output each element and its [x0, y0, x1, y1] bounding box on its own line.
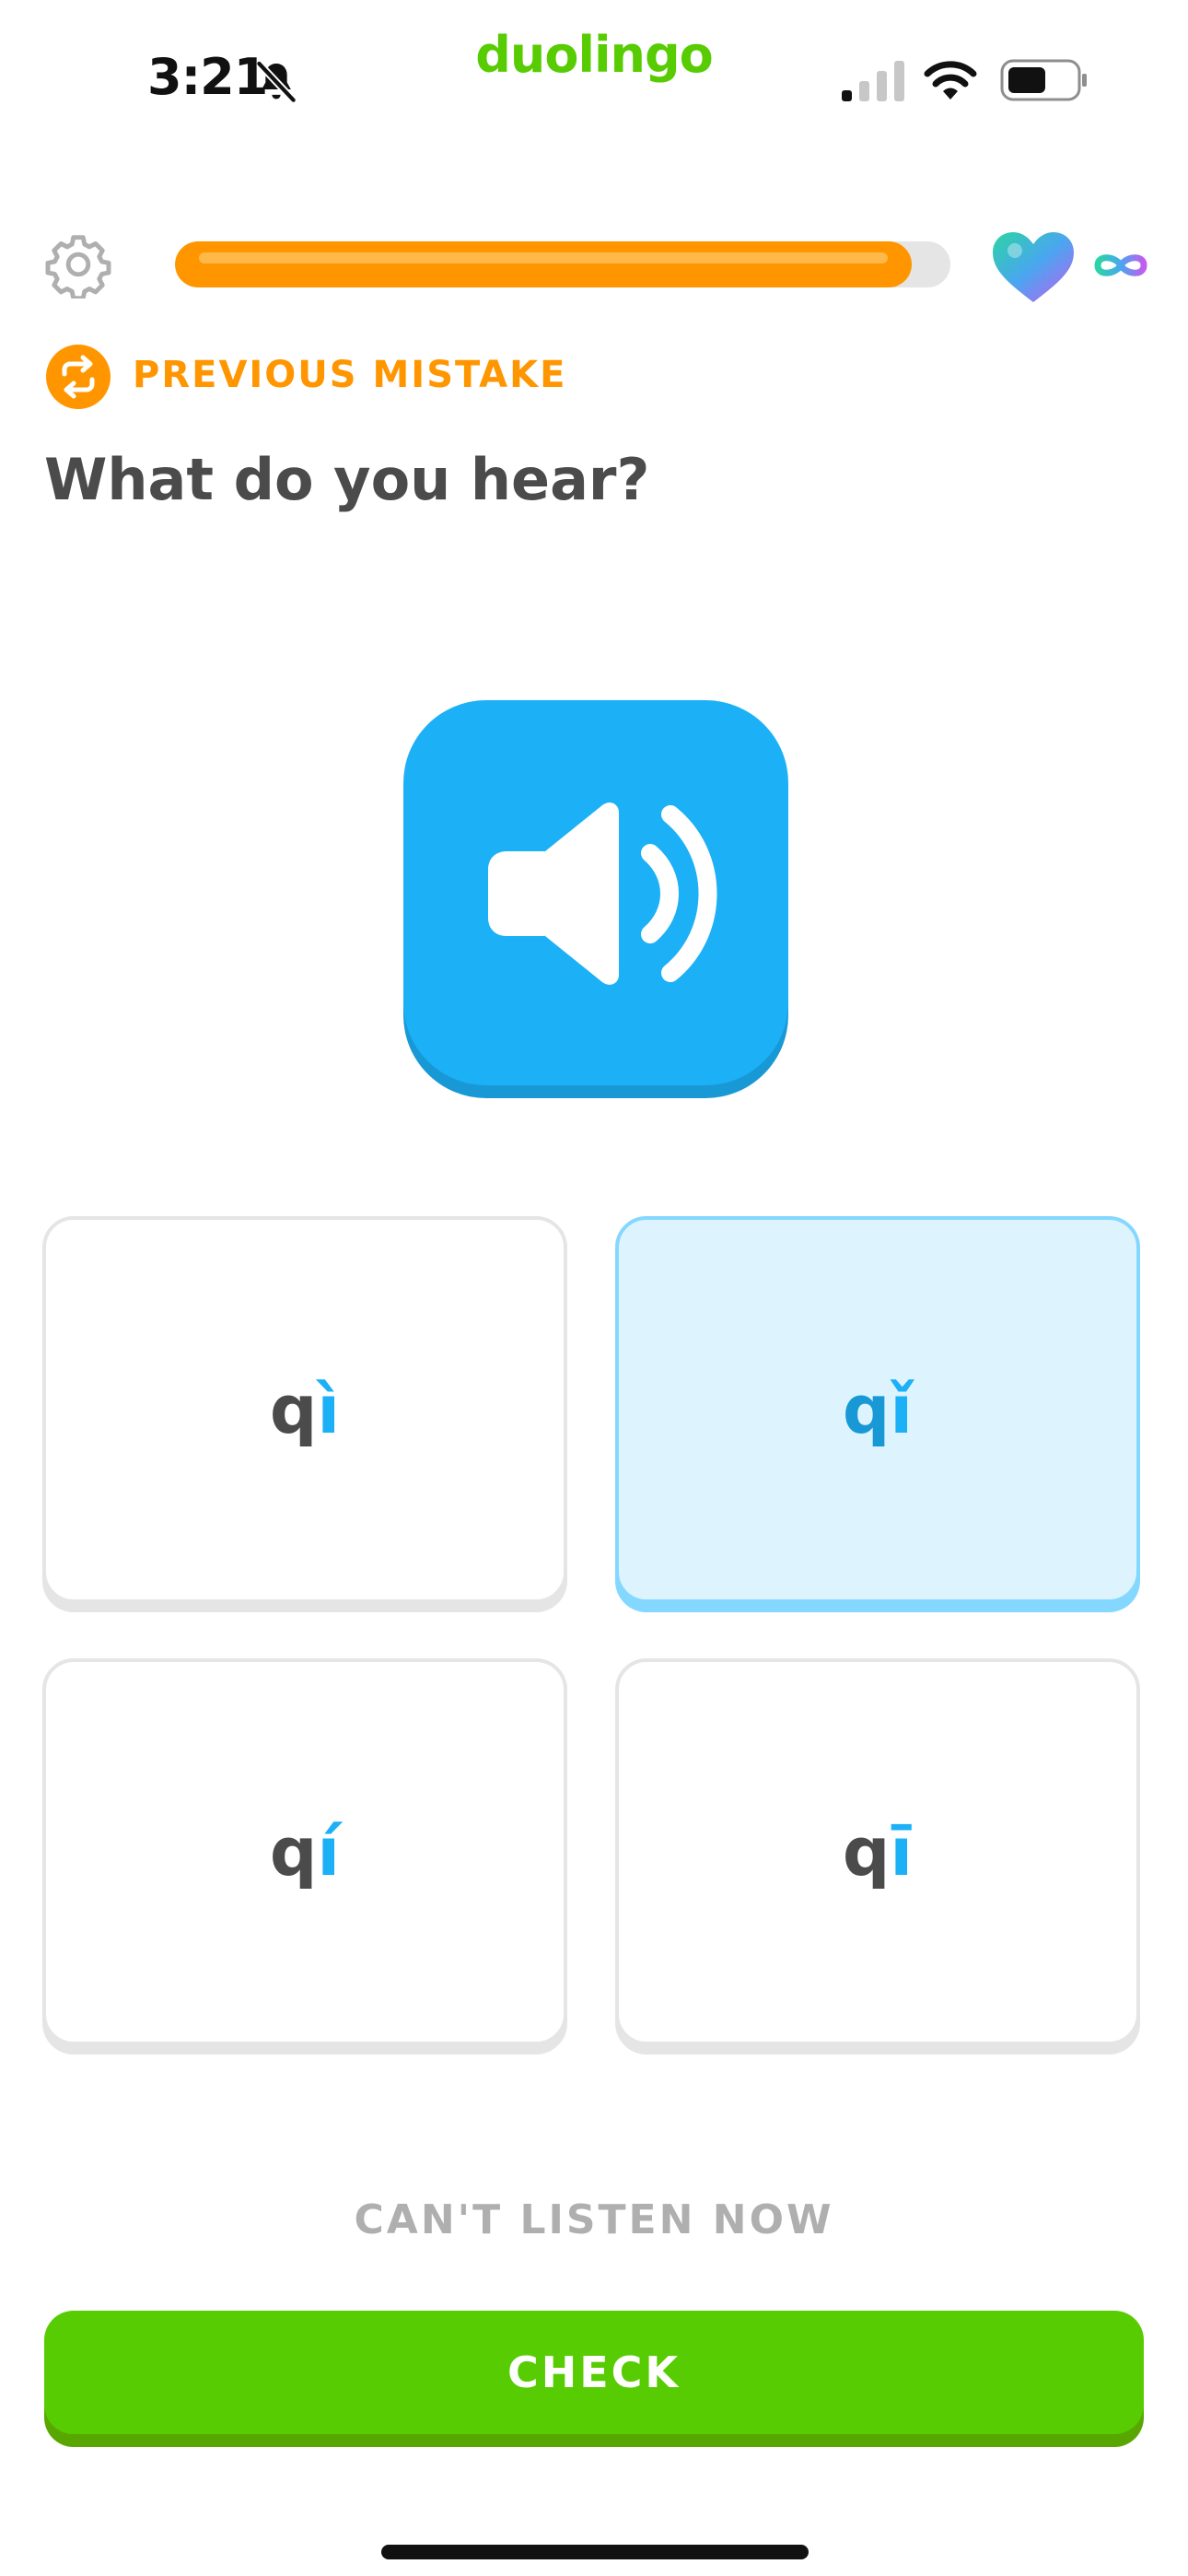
answer-option-text: qī [842, 1813, 914, 1891]
infinity-hearts-icon [1094, 254, 1147, 276]
settings-gear-icon[interactable] [44, 230, 112, 299]
battery-icon [1000, 59, 1087, 101]
repeat-icon [46, 345, 111, 409]
heart-icon[interactable] [991, 230, 1076, 304]
answer-option-4[interactable]: qī [615, 1658, 1140, 2045]
cant-listen-now-button[interactable]: CAN'T LISTEN NOW [0, 2196, 1188, 2243]
lesson-progress-fill [175, 241, 912, 287]
speaker-volume-icon [488, 802, 717, 985]
home-indicator[interactable] [381, 2545, 809, 2559]
wifi-icon [924, 61, 977, 100]
previous-mistake-label: PREVIOUS MISTAKE [133, 354, 567, 396]
play-audio-button[interactable] [403, 700, 788, 1085]
answer-option-2[interactable]: qǐ [615, 1216, 1140, 1603]
answer-option-text: qǐ [842, 1371, 914, 1448]
cellular-signal-icon [842, 61, 904, 101]
answer-option-3[interactable]: qí [42, 1658, 567, 2045]
check-button[interactable]: CHECK [44, 2311, 1144, 2434]
answer-option-text: qì [269, 1371, 341, 1448]
lesson-progress-bar [175, 241, 950, 287]
answer-option-1[interactable]: qì [42, 1216, 567, 1603]
question-prompt: What do you hear? [44, 446, 650, 513]
answer-option-text: qí [269, 1813, 341, 1891]
